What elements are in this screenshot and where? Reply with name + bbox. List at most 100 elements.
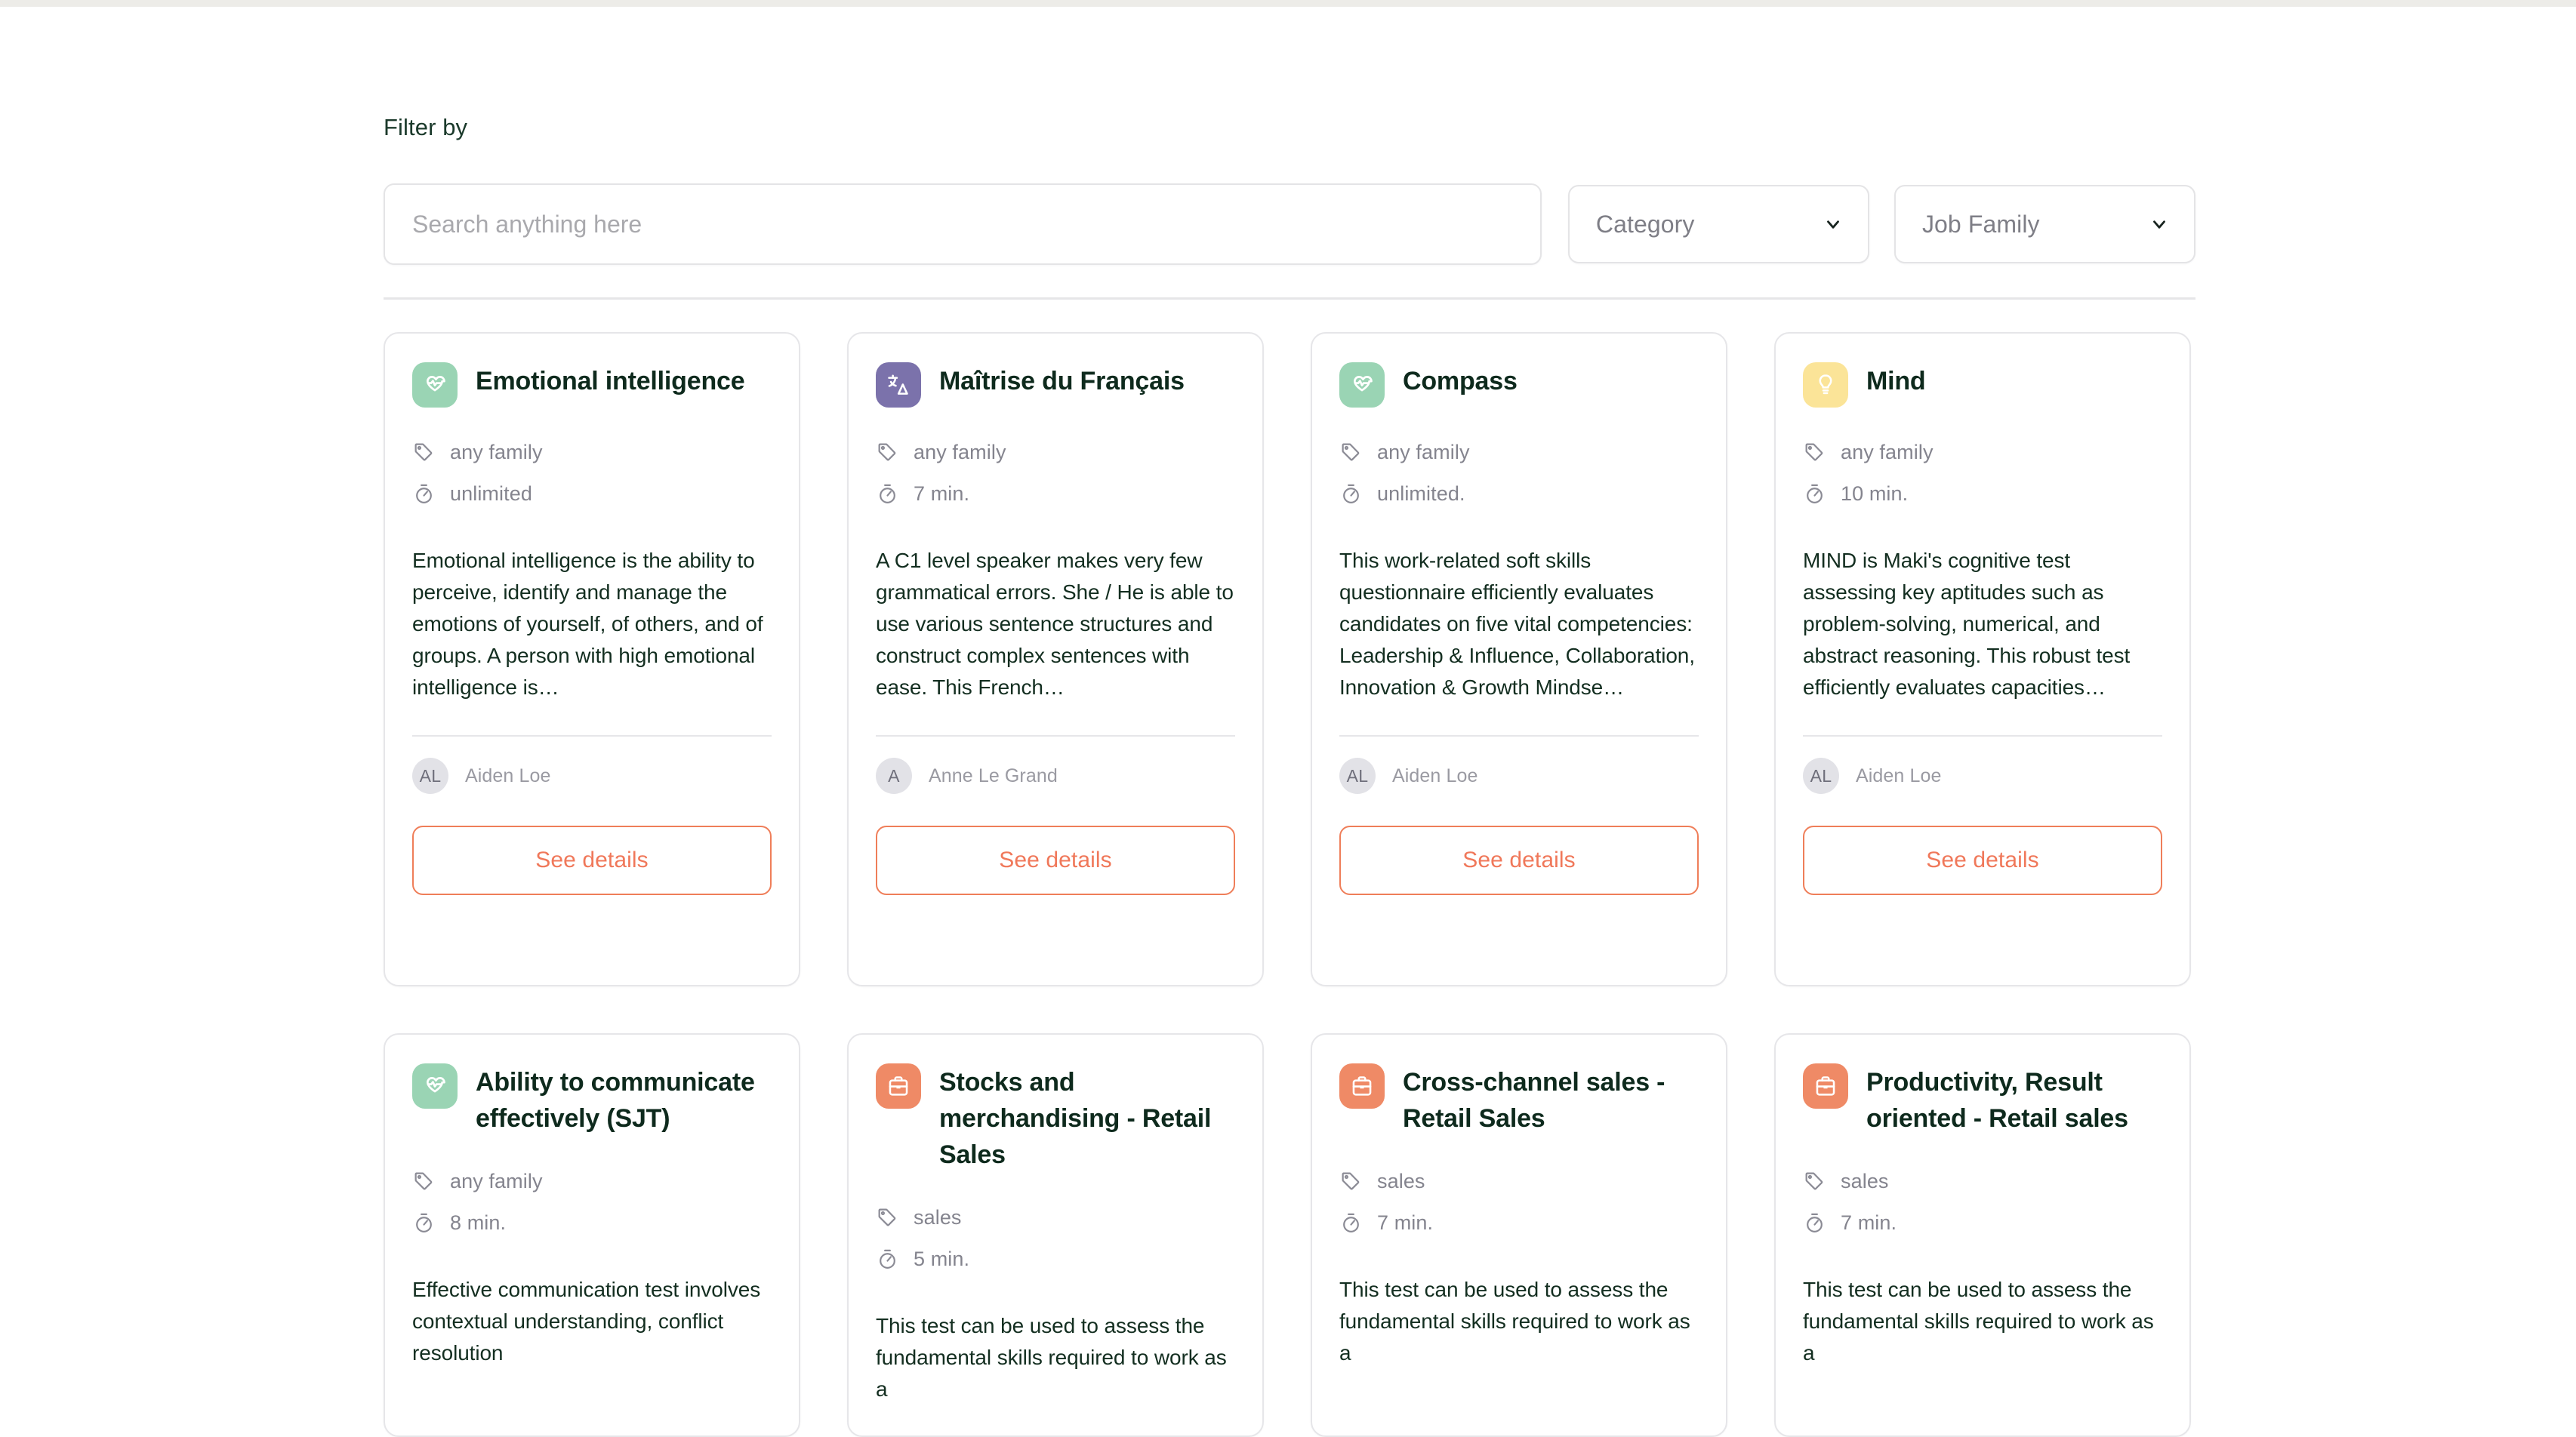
avatar: A (876, 758, 912, 794)
card-family-row: any family (1339, 439, 1699, 465)
timer-icon (876, 482, 899, 506)
card-title: Compass (1403, 367, 1518, 395)
timer-icon (412, 482, 436, 506)
timer-icon (1803, 482, 1826, 506)
card-duration-row: 7 min. (876, 481, 1235, 506)
see-details-button[interactable]: See details (412, 826, 772, 895)
card-family-row: sales (876, 1205, 1235, 1230)
card-meta: any family 8 min. (412, 1168, 772, 1235)
test-library-page: Filter by Category Job Family Emotional … (0, 0, 2576, 1437)
card-meta: any family unlimited. (1339, 439, 1699, 506)
briefcase-icon (1803, 1063, 1848, 1109)
test-card[interactable]: Ability to communicate effectively (SJT)… (384, 1033, 800, 1437)
category-dropdown-label: Category (1595, 210, 1695, 238)
see-details-button[interactable]: See details (1339, 826, 1699, 895)
card-title: Productivity, Result oriented - Retail s… (1866, 1068, 2128, 1133)
card-header: Productivity, Result oriented - Retail s… (1803, 1062, 2162, 1137)
card-divider (1803, 735, 2162, 737)
card-duration-row: unlimited (412, 481, 772, 506)
card-description: Emotional intelligence is the ability to… (412, 549, 763, 699)
test-card-grid: Emotional intelligence any family unlimite… (384, 332, 2195, 1437)
card-family-label: sales (1841, 1169, 1889, 1192)
translate-icon (876, 362, 921, 408)
tag-icon (1803, 441, 1826, 464)
card-header: Maîtrise du Français (876, 361, 1235, 408)
tag-icon (876, 1206, 899, 1229)
timer-icon (1339, 482, 1363, 506)
card-divider (1339, 735, 1699, 737)
card-duration-row: unlimited. (1339, 481, 1699, 506)
category-dropdown[interactable]: Category (1567, 185, 1869, 263)
search-input[interactable] (412, 210, 1513, 238)
card-duration-label: 5 min. (914, 1247, 970, 1270)
card-duration-row: 10 min. (1803, 481, 2162, 506)
card-family-label: any family (914, 440, 1006, 463)
card-duration-label: 10 min. (1841, 482, 1909, 505)
card-duration-label: unlimited. (1377, 482, 1465, 505)
avatar: AL (412, 758, 448, 794)
timer-icon (1803, 1211, 1826, 1235)
card-family-label: any family (450, 440, 543, 463)
card-description: Effective communication test involves co… (412, 1278, 761, 1365)
test-card[interactable]: Compass any family unlimited. This work-rel… (1311, 332, 1727, 986)
job-family-dropdown-label: Job Family (1921, 210, 2040, 238)
timer-icon (1339, 1211, 1363, 1235)
card-duration-label: 8 min. (450, 1211, 507, 1234)
timer-icon (412, 1211, 436, 1235)
card-family-row: sales (1803, 1168, 2162, 1194)
job-family-dropdown[interactable]: Job Family (1893, 185, 2196, 263)
chevron-down-icon (2149, 214, 2169, 234)
test-card[interactable]: Emotional intelligence any family unlimite… (384, 332, 800, 986)
card-meta: sales 7 min. (1803, 1168, 2162, 1235)
card-title: Cross-channel sales - Retail Sales (1403, 1068, 1665, 1133)
card-title: Ability to communicate effectively (SJT) (476, 1068, 755, 1133)
card-author-name: Aiden Loe (465, 765, 551, 786)
card-author: AL Aiden Loe (1339, 758, 1699, 794)
card-title: Emotional intelligence (476, 367, 745, 395)
card-duration-row: 8 min. (412, 1210, 772, 1235)
briefcase-icon (876, 1063, 921, 1109)
card-meta: any family 7 min. (876, 439, 1235, 506)
card-author-name: Aiden Loe (1856, 765, 1942, 786)
card-title: Mind (1866, 367, 1926, 395)
card-header: Cross-channel sales - Retail Sales (1339, 1062, 1699, 1137)
card-author-name: Anne Le Grand (929, 765, 1058, 786)
card-meta: any family 10 min. (1803, 439, 2162, 506)
card-description: This test can be used to assess the fund… (1803, 1278, 2154, 1365)
filter-divider (384, 297, 2195, 300)
test-card[interactable]: Stocks and merchandising - Retail Sales s… (847, 1033, 1264, 1437)
card-duration-label: 7 min. (914, 482, 970, 505)
card-duration-row: 7 min. (1803, 1210, 2162, 1235)
filter-section: Filter by Category Job Family (384, 113, 2196, 265)
test-card[interactable]: Cross-channel sales - Retail Sales sales 7… (1311, 1033, 1727, 1437)
card-meta: sales 7 min. (1339, 1168, 1699, 1235)
card-header: Stocks and merchandising - Retail Sales (876, 1062, 1235, 1173)
card-author: AL Aiden Loe (412, 758, 772, 794)
card-description: This test can be used to assess the fund… (876, 1314, 1227, 1401)
test-card[interactable]: Maîtrise du Français any family 7 min. A C1… (847, 332, 1264, 986)
see-details-button[interactable]: See details (876, 826, 1235, 895)
card-author: AL Aiden Loe (1803, 758, 2162, 794)
avatar: AL (1339, 758, 1376, 794)
tag-icon (412, 1170, 436, 1193)
heart-pulse-icon (412, 362, 458, 408)
heart-pulse-icon (412, 1063, 458, 1109)
card-family-row: any family (412, 1168, 772, 1194)
test-card[interactable]: Productivity, Result oriented - Retail s… (1774, 1033, 2191, 1437)
filter-controls-row: Category Job Family (384, 183, 2196, 265)
card-author: A Anne Le Grand (876, 758, 1235, 794)
card-duration-label: 7 min. (1841, 1211, 1897, 1234)
card-family-row: any family (876, 439, 1235, 465)
see-details-button[interactable]: See details (1803, 826, 2162, 895)
card-divider (876, 735, 1235, 737)
search-input-wrapper[interactable] (384, 183, 1542, 265)
card-description: This work-related soft skills questionna… (1339, 549, 1695, 699)
card-author-name: Aiden Loe (1392, 765, 1478, 786)
card-duration-label: 7 min. (1377, 1211, 1434, 1234)
card-description: This test can be used to assess the fund… (1339, 1278, 1690, 1365)
test-card[interactable]: Mind any family 10 min. MIND is Maki's cogn… (1774, 332, 2191, 986)
lightbulb-icon (1803, 362, 1848, 408)
card-title: Maîtrise du Français (939, 367, 1185, 395)
card-meta: any family unlimited (412, 439, 772, 506)
filter-by-label: Filter by (384, 114, 468, 140)
